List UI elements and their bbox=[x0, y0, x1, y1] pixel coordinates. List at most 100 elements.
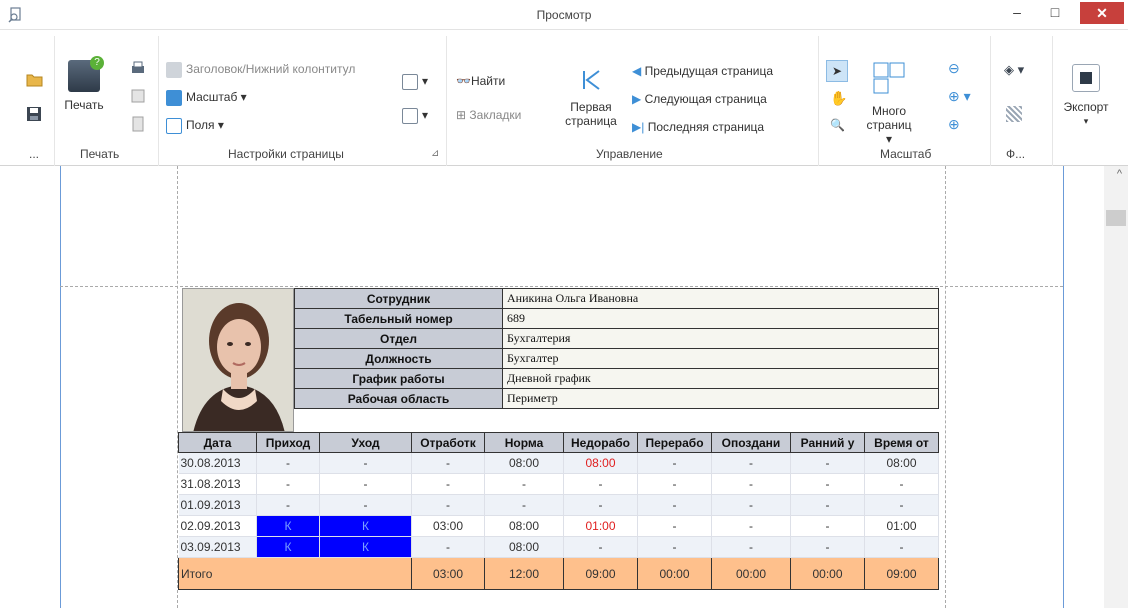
info-key: Сотрудник bbox=[294, 288, 503, 309]
table-cell: 01:00 bbox=[864, 515, 939, 537]
table-cell: 01:00 bbox=[563, 515, 638, 537]
table-cell: К bbox=[319, 515, 412, 537]
employee-photo bbox=[182, 288, 294, 432]
paper-size-button[interactable]: ▾ bbox=[402, 108, 428, 124]
margins-button[interactable]: Поля ▾ bbox=[166, 118, 224, 134]
first-page-button[interactable]: Первая страница bbox=[562, 68, 620, 128]
table-cell: 30.08.2013 bbox=[178, 452, 257, 474]
info-value: 689 bbox=[502, 308, 939, 329]
header-footer-icon bbox=[166, 62, 182, 78]
table-cell: К bbox=[256, 515, 320, 537]
column-header: Уход bbox=[319, 432, 412, 453]
navigation-label: Управление bbox=[596, 147, 663, 161]
printer-icon: ? bbox=[68, 56, 104, 92]
page-color-icon[interactable]: ◈ ▾ bbox=[1004, 62, 1024, 78]
scroll-thumb[interactable] bbox=[1106, 210, 1126, 226]
table-cell: 31.08.2013 bbox=[178, 473, 257, 495]
close-button[interactable]: ✕ bbox=[1080, 2, 1124, 24]
table-cell: - bbox=[256, 494, 320, 516]
table-cell: - bbox=[319, 494, 412, 516]
separator bbox=[1052, 36, 1053, 166]
info-value: Бухгалтерия bbox=[502, 328, 939, 349]
table-cell: К bbox=[256, 536, 320, 558]
bookmarks-button[interactable]: ⊞ Закладки bbox=[456, 108, 521, 122]
column-header: Отработк bbox=[411, 432, 485, 453]
bookmarks-icon: ⊞ bbox=[456, 108, 470, 122]
info-key: Рабочая область bbox=[294, 388, 503, 409]
table-cell: - bbox=[711, 494, 791, 516]
vertical-scrollbar[interactable] bbox=[1104, 166, 1128, 608]
maximize-button[interactable]: □ bbox=[1038, 0, 1072, 26]
pointer-tool-icon[interactable]: ➤ bbox=[826, 60, 848, 82]
export-icon bbox=[1072, 64, 1100, 92]
table-row: 01.09.2013- - - - - - - - - bbox=[178, 494, 939, 516]
info-value: Периметр bbox=[502, 388, 939, 409]
watermark-icon[interactable] bbox=[1006, 106, 1022, 122]
total-cell: 09:00 bbox=[563, 557, 638, 590]
prev-page-button[interactable]: ◀ Предыдущая страница bbox=[632, 64, 773, 78]
table-cell: - bbox=[411, 473, 485, 495]
next-page-button[interactable]: ▶ Следующая страница bbox=[632, 92, 767, 106]
orientation-icon bbox=[402, 74, 418, 90]
first-page-icon bbox=[562, 68, 620, 96]
zoom-out-icon[interactable]: ⊖ bbox=[948, 60, 960, 77]
table-cell: - bbox=[256, 473, 320, 495]
total-cell: 12:00 bbox=[484, 557, 564, 590]
open-icon[interactable] bbox=[26, 72, 44, 91]
separator bbox=[990, 36, 991, 166]
table-cell: - bbox=[484, 494, 564, 516]
scroll-up-icon[interactable]: ^ bbox=[1117, 168, 1122, 180]
table-cell: - bbox=[411, 494, 485, 516]
zoom-label: Масштаб bbox=[880, 147, 932, 161]
minimize-button[interactable]: – bbox=[1000, 0, 1034, 26]
table-cell: - bbox=[711, 452, 791, 474]
total-cell: 00:00 bbox=[637, 557, 712, 590]
table-row: 02.09.2013 К К 03:00 08:00 01:00- - -01:00 bbox=[178, 515, 939, 537]
last-page-button[interactable]: ▶| Последняя страница bbox=[632, 120, 764, 134]
header-footer-button[interactable]: Заголовок/Нижний колонтитул bbox=[166, 62, 355, 78]
info-row: Табельный номер 689 bbox=[294, 308, 939, 329]
table-cell: - bbox=[864, 494, 939, 516]
info-row: Рабочая область Периметр bbox=[294, 388, 939, 409]
table-cell: 02.09.2013 bbox=[178, 515, 257, 537]
total-label: Итого bbox=[178, 557, 412, 590]
info-row: Должность Бухгалтер bbox=[294, 348, 939, 369]
scale-button[interactable]: Масштаб ▾ bbox=[166, 90, 247, 106]
quick-print-icon[interactable] bbox=[130, 60, 146, 79]
table-cell: - bbox=[790, 536, 865, 558]
total-cell: 00:00 bbox=[711, 557, 791, 590]
find-button[interactable]: 👓Найти bbox=[456, 74, 505, 88]
hand-tool-icon[interactable]: ✋ bbox=[830, 90, 847, 107]
table-cell: 08:00 bbox=[563, 452, 638, 474]
page-setup-icon bbox=[130, 116, 146, 135]
magnifier-tool-icon[interactable]: 🔍 bbox=[830, 118, 845, 132]
page-edge bbox=[1063, 166, 1064, 608]
table-cell: - bbox=[563, 473, 638, 495]
orientation-button[interactable]: ▾ bbox=[402, 74, 428, 90]
last-page-icon: ▶| bbox=[632, 120, 648, 134]
export-button[interactable]: Экспорт ▾ bbox=[1056, 64, 1116, 128]
separator bbox=[446, 36, 447, 166]
zoom-in-icon[interactable]: ⊕ bbox=[948, 116, 960, 133]
separator bbox=[158, 36, 159, 166]
table-cell: - bbox=[790, 515, 865, 537]
table-cell: - bbox=[637, 515, 712, 537]
zoom-icon[interactable]: ⊕ ▾ bbox=[948, 88, 971, 105]
many-pages-button[interactable]: Много страниц ▾ bbox=[862, 60, 916, 146]
column-header: Перерабо bbox=[637, 432, 712, 453]
paper-size-icon bbox=[402, 108, 418, 124]
table-cell: - bbox=[637, 536, 712, 558]
table-row: 30.08.2013- - -08:00 08:00- - -08:00 bbox=[178, 452, 939, 474]
binoculars-icon: 👓 bbox=[456, 74, 471, 88]
table-cell: - bbox=[864, 473, 939, 495]
page-settings-label: Настройки страницы bbox=[228, 147, 344, 161]
column-header: Недорабо bbox=[563, 432, 638, 453]
more-label[interactable]: ... bbox=[29, 147, 39, 161]
margin-guide bbox=[945, 166, 946, 608]
print-button[interactable]: ? Печать bbox=[62, 56, 106, 112]
save-icon[interactable] bbox=[26, 106, 42, 125]
background-label: Ф... bbox=[1006, 147, 1026, 161]
margin-guide bbox=[60, 286, 1063, 287]
table-cell: - bbox=[411, 536, 485, 558]
dialog-launcher-icon[interactable]: ⊿ bbox=[431, 148, 439, 159]
